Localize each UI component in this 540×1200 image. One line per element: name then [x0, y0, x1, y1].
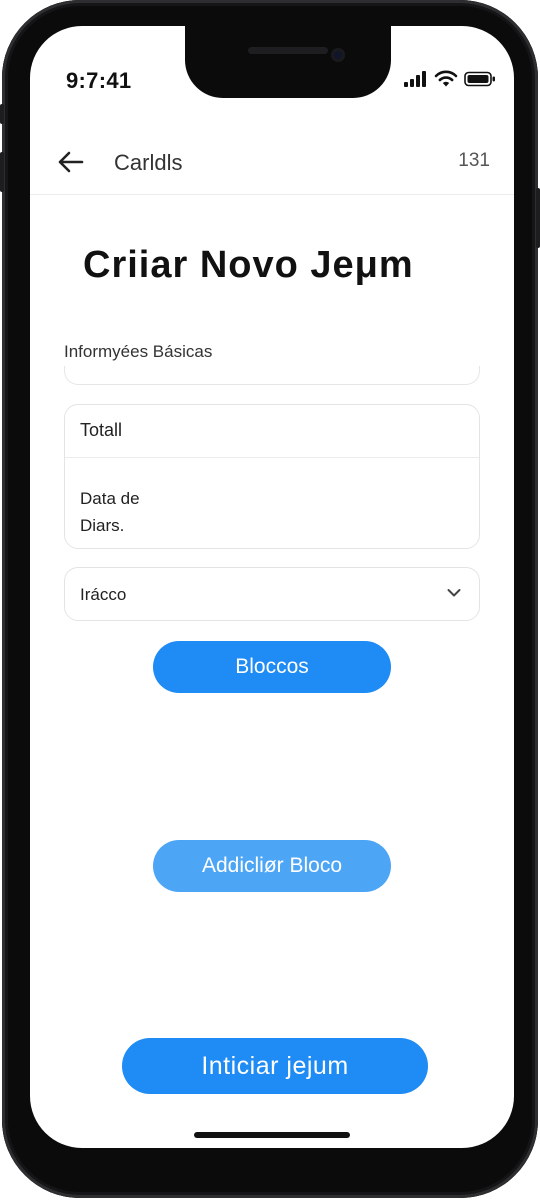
back-button[interactable]: [52, 144, 88, 180]
add-block-button[interactable]: Addicliør Bloco: [153, 840, 391, 892]
home-indicator[interactable]: [194, 1132, 350, 1138]
notch: [185, 26, 391, 98]
phone-frame: 9:7:41 Carldls 131 Criiar Novo Jeμm Info…: [0, 0, 540, 1198]
header-title: Carldls: [114, 150, 183, 175]
battery-icon: [464, 71, 495, 86]
section-label: Informyées Básicas: [64, 342, 213, 361]
name-field[interactable]: [64, 366, 480, 385]
app-header: Carldls 131: [30, 130, 514, 195]
date-field[interactable]: Data de Diars.: [80, 485, 280, 539]
card-divider: [65, 457, 479, 458]
speaker-grille: [248, 47, 328, 54]
date-field-label-line2: Diars.: [80, 516, 125, 535]
wifi-icon: [434, 70, 458, 87]
power-button: [536, 188, 540, 248]
arrow-left-icon: [58, 151, 84, 173]
chevron-down-icon: [447, 589, 461, 597]
blocos-button[interactable]: Bloccos: [153, 641, 391, 693]
status-icons: [404, 70, 496, 87]
date-field-label-line1: Data de: [80, 489, 140, 508]
type-select-value: Irácco: [80, 585, 127, 604]
signal-icon: [404, 70, 426, 87]
form-card: Totall Data de Diars.: [64, 404, 480, 549]
silent-switch: [0, 104, 4, 124]
total-field-label[interactable]: Totall: [80, 420, 122, 441]
page-title: Criiar Novo Jeμm: [83, 244, 414, 286]
start-fast-button[interactable]: Inticiar jejum: [122, 1038, 428, 1094]
volume-up-button: [0, 152, 4, 192]
header-count: 131: [458, 150, 490, 171]
front-camera: [331, 48, 345, 62]
type-select[interactable]: Irácco: [64, 567, 480, 621]
status-time: 9:7:41: [66, 68, 132, 93]
screen: 9:7:41 Carldls 131 Criiar Novo Jeμm Info…: [30, 26, 514, 1148]
